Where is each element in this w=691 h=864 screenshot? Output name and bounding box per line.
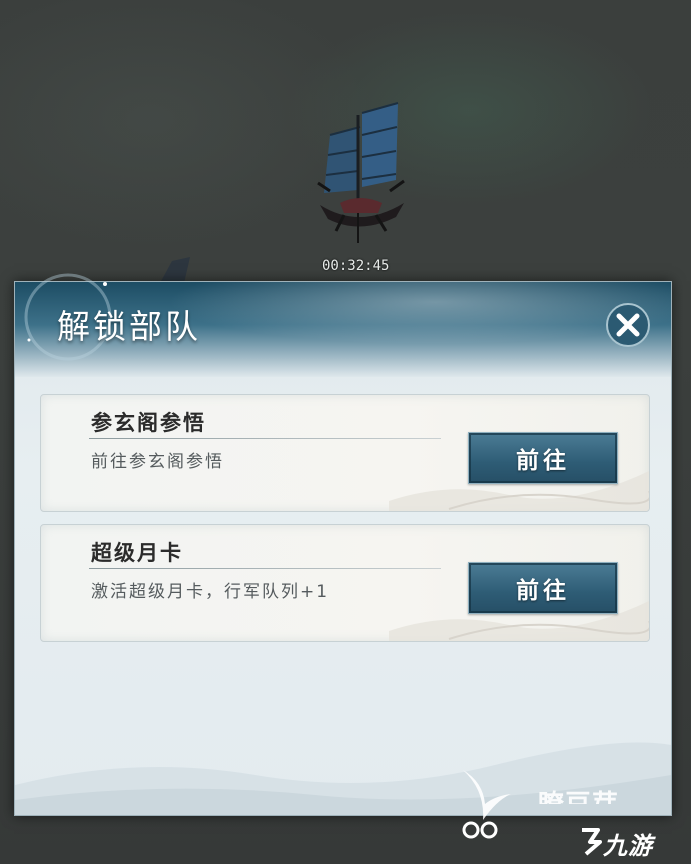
entry-description: 前往参玄阁参悟 bbox=[91, 452, 224, 472]
go-button-super-monthly-card[interactable]: 前往 bbox=[468, 562, 618, 614]
ship-icon[interactable] bbox=[300, 95, 420, 245]
dialog-header: 解锁部队 bbox=[15, 273, 671, 377]
watermark-logo-text: 九游 bbox=[603, 832, 653, 860]
title-divider bbox=[89, 568, 441, 569]
dialog-title: 解锁部队 bbox=[57, 307, 201, 346]
unlock-troops-dialog: 解锁部队 参玄阁参悟 前往参玄阁参悟 前往 超级月卡 激活超级月卡，行军队列+1… bbox=[14, 273, 672, 816]
go-button-canxuange[interactable]: 前往 bbox=[468, 432, 618, 484]
entry-title: 超级月卡 bbox=[91, 541, 183, 565]
close-icon[interactable] bbox=[605, 302, 651, 348]
go-button-label: 前往 bbox=[516, 448, 570, 474]
entry-title: 参玄阁参悟 bbox=[91, 411, 206, 435]
title-divider bbox=[89, 438, 441, 439]
go-button-label: 前往 bbox=[516, 578, 570, 604]
watermark-text: 瞭豆芽 bbox=[538, 784, 619, 804]
jiuyou-logo-icon bbox=[582, 828, 602, 856]
bird-watermark-icon bbox=[462, 770, 511, 839]
march-timer: 00:32:45 bbox=[322, 258, 390, 274]
entry-card-canxuange: 参玄阁参悟 前往参玄阁参悟 前往 bbox=[40, 394, 650, 512]
entry-description: 激活超级月卡，行军队列+1 bbox=[91, 582, 330, 602]
entry-card-super-monthly-card: 超级月卡 激活超级月卡，行军队列+1 前往 bbox=[40, 524, 650, 642]
